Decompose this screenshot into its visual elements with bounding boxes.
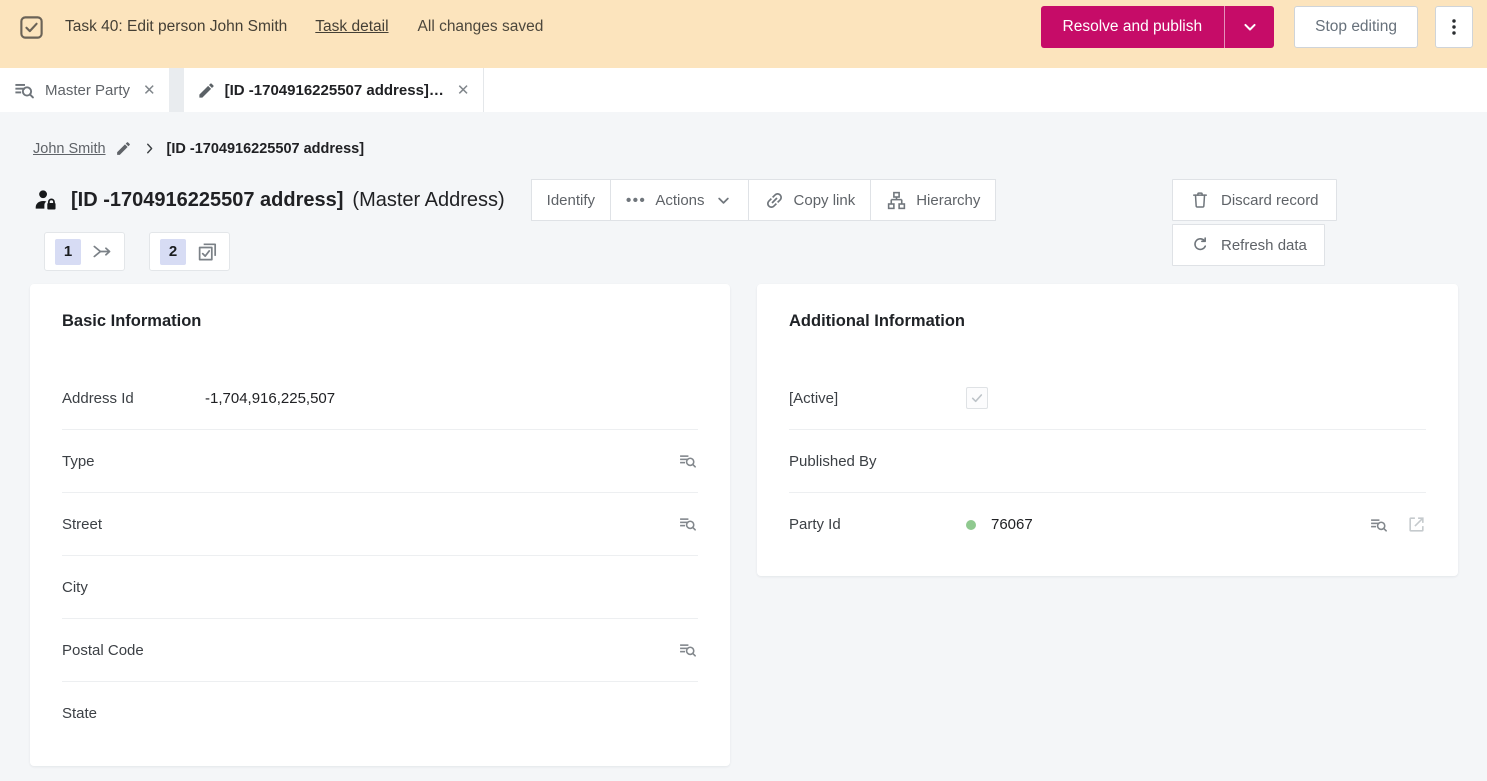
actions-menu-button[interactable]: ••• Actions <box>610 179 749 221</box>
card-title: Additional Information <box>789 312 965 330</box>
merge-icon <box>91 240 114 263</box>
stacked-check-icon <box>196 240 219 263</box>
explore-eq-icon[interactable] <box>678 451 698 471</box>
field-label: State <box>62 705 98 722</box>
record-title: [ID -1704916225507 address] <box>71 188 344 211</box>
copy-link-button[interactable]: Copy link <box>747 179 872 221</box>
tab-label: Master Party <box>45 81 131 99</box>
field-row-city: City <box>62 556 698 619</box>
close-icon[interactable]: ✕ <box>457 83 470 98</box>
field-label: Party Id <box>789 516 841 533</box>
additional-information-rows: [Active] Published By Party Id 76067 <box>789 367 1426 556</box>
record-action-buttons: Identify ••• Actions Copy link Hierarchy <box>530 179 997 221</box>
field-label: City <box>62 578 88 596</box>
breadcrumb-parent-link[interactable]: John Smith <box>33 141 106 157</box>
task-title: Task 40: Edit person John Smith <box>65 18 288 35</box>
field-value: 76067 <box>991 516 1033 533</box>
field-label: Published By <box>789 452 877 470</box>
identify-label: Identify <box>546 191 596 209</box>
more-options-button[interactable] <box>1435 6 1473 48</box>
hierarchy-icon <box>886 190 907 211</box>
field-label: Postal Code <box>62 641 144 659</box>
actions-label: Actions <box>655 191 705 209</box>
resolve-publish-split-button: Resolve and publish <box>1040 6 1275 48</box>
resolve-and-publish-button[interactable]: Resolve and publish <box>1040 6 1225 48</box>
tab-master-party[interactable]: Master Party ✕ <box>0 68 169 112</box>
chevron-down-icon <box>714 191 733 210</box>
breadcrumb: John Smith [ID -1704916225507 address] <box>33 140 1487 157</box>
field-row-type: Type <box>62 430 698 493</box>
explore-eq-icon <box>13 79 36 102</box>
open-in-new-icon <box>1407 515 1426 534</box>
person-lock-icon <box>33 187 59 213</box>
discard-record-label: Discard record <box>1221 191 1319 209</box>
kebab-menu-icon <box>1443 16 1465 38</box>
field-label: Street <box>62 515 103 533</box>
record-detail-page: John Smith [ID -1704916225507 address] [… <box>0 140 1487 766</box>
status-dot-green <box>966 519 976 530</box>
field-label: Type <box>62 452 95 470</box>
field-row-active: [Active] <box>789 367 1426 430</box>
pencil-icon <box>115 140 132 157</box>
additional-information-card: Additional Information [Active] Publishe… <box>757 284 1458 576</box>
save-status: All changes saved <box>417 18 544 35</box>
chevron-right-icon <box>141 140 158 157</box>
field-label: [Active] <box>789 389 839 407</box>
record-header: [ID -1704916225507 address] (Master Addre… <box>0 178 1487 271</box>
basic-information-rows: Address Id -1,704,916,225,507 Type Stree… <box>62 367 698 745</box>
refresh-data-button[interactable]: Refresh data <box>1172 224 1325 266</box>
tasks-badge-button[interactable]: 2 <box>149 232 230 271</box>
tab-divider <box>168 68 184 112</box>
badge-count: 2 <box>160 238 186 265</box>
explore-eq-icon[interactable] <box>678 640 698 660</box>
stop-editing-button[interactable]: Stop editing <box>1294 6 1418 48</box>
breadcrumb-current: [ID -1704916225507 address] <box>166 140 365 157</box>
identify-button[interactable]: Identify <box>530 179 612 221</box>
task-detail-link[interactable]: Task detail <box>315 18 388 36</box>
trash-icon <box>1190 190 1210 210</box>
task-bar: Task 40: Edit person John Smith Task det… <box>0 0 1487 68</box>
task-checkbox-icon <box>18 14 45 41</box>
detail-cards: Basic Information Address Id -1,704,916,… <box>30 284 1458 766</box>
title-row: [ID -1704916225507 address] (Master Addre… <box>33 178 1487 266</box>
basic-information-card: Basic Information Address Id -1,704,916,… <box>30 284 730 766</box>
field-row-party-id: Party Id 76067 <box>789 493 1426 556</box>
field-row-state: State <box>62 682 698 745</box>
discard-record-button[interactable]: Discard record <box>1172 179 1337 221</box>
record-type-label: (Master Address) <box>352 188 505 211</box>
hierarchy-label: Hierarchy <box>916 191 981 209</box>
field-row-street: Street <box>62 493 698 556</box>
close-icon[interactable]: ✕ <box>143 83 156 98</box>
tab-bar: Master Party ✕ [ID -1704916225507 addres… <box>0 68 1487 112</box>
record-side-buttons: Discard record Refresh data <box>1172 179 1337 266</box>
ellipsis-icon: ••• <box>626 191 647 209</box>
refresh-icon <box>1190 235 1210 255</box>
page-title: [ID -1704916225507 address] (Master Addre… <box>71 189 505 212</box>
merge-badge-button[interactable]: 1 <box>44 232 125 271</box>
field-row-postal-code: Postal Code <box>62 619 698 682</box>
field-value: -1,704,916,225,507 <box>205 389 336 407</box>
tab-label: [ID -1704916225507 address]… <box>224 81 444 99</box>
card-title: Basic Information <box>62 312 202 330</box>
badge-count: 1 <box>55 238 81 265</box>
copy-link-label: Copy link <box>793 191 856 209</box>
explore-eq-icon[interactable] <box>1369 515 1389 535</box>
pencil-icon <box>197 81 216 100</box>
hierarchy-button[interactable]: Hierarchy <box>870 179 997 221</box>
field-row-published-by: Published By <box>789 430 1426 493</box>
active-checkbox-disabled <box>966 387 988 409</box>
field-label: Address Id <box>62 389 134 407</box>
field-row-address-id: Address Id -1,704,916,225,507 <box>62 367 698 430</box>
tab-address-record[interactable]: [ID -1704916225507 address]… ✕ <box>183 68 484 112</box>
refresh-data-label: Refresh data <box>1221 236 1307 254</box>
resolve-options-dropdown-button[interactable] <box>1224 6 1275 48</box>
link-icon <box>764 190 785 211</box>
chevron-down-icon <box>1240 17 1260 37</box>
explore-eq-icon[interactable] <box>678 514 698 534</box>
